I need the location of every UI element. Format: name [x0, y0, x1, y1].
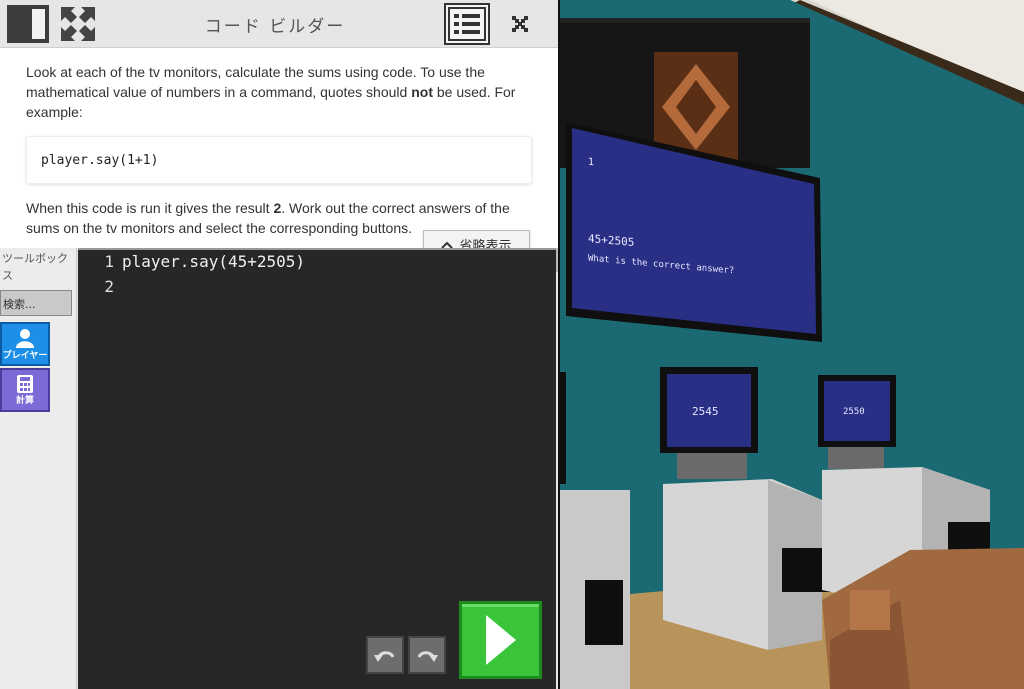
play-icon	[485, 615, 516, 665]
title-bar: コード ビルダー	[0, 0, 558, 48]
line-number: 1	[104, 252, 114, 271]
editor-top-border	[78, 248, 556, 250]
category-calc-label: 計算	[15, 395, 34, 406]
monitor-answer-2[interactable]: 2550	[843, 407, 865, 417]
toolbox-search-input[interactable]: 検索...	[0, 290, 72, 316]
instructions-text-1: Look at each of the tv monitors, calcula…	[26, 64, 516, 120]
category-calc-button[interactable]: 計算	[0, 368, 50, 412]
run-button[interactable]	[459, 601, 542, 679]
code-editor[interactable]: 1 player.say(45+2505) 2	[78, 248, 556, 689]
monitor-answer-1[interactable]: 2545	[692, 405, 719, 418]
fullscreen-icon[interactable]	[56, 4, 100, 44]
instructions-panel: Look at each of the tv monitors, calcula…	[0, 48, 558, 248]
toolbox-label: ツールボックス	[2, 252, 68, 282]
panel-toggle-icon[interactable]	[6, 4, 50, 44]
close-icon[interactable]	[505, 4, 535, 44]
redo-icon	[417, 651, 438, 662]
toolbox: ツールボックス 検索... プレイヤー 計算	[0, 248, 77, 689]
category-player-button[interactable]: プレイヤー	[0, 322, 50, 366]
redo-button[interactable]	[408, 636, 446, 674]
line-number: 2	[104, 277, 114, 296]
undo-icon	[374, 651, 395, 662]
undo-button[interactable]	[366, 636, 404, 674]
game-viewport[interactable]: 1 45+2505 What is the correct answer? 25…	[560, 0, 1024, 689]
category-player-label: プレイヤー	[2, 350, 48, 361]
code-line[interactable]: player.say(45+2505)	[122, 252, 305, 271]
panel-title: コード ビルダー	[204, 17, 346, 37]
person-icon	[16, 328, 34, 348]
calculator-icon	[17, 374, 33, 393]
code-line-text: player.say(45+2505)	[122, 252, 306, 271]
example-code-block: player.say(1+1)	[26, 136, 532, 184]
list-icon[interactable]	[444, 3, 490, 45]
code-builder-panel: コード ビルダー Look at each of the tv monitors…	[0, 0, 560, 689]
screen-line-1: 1	[588, 156, 595, 169]
